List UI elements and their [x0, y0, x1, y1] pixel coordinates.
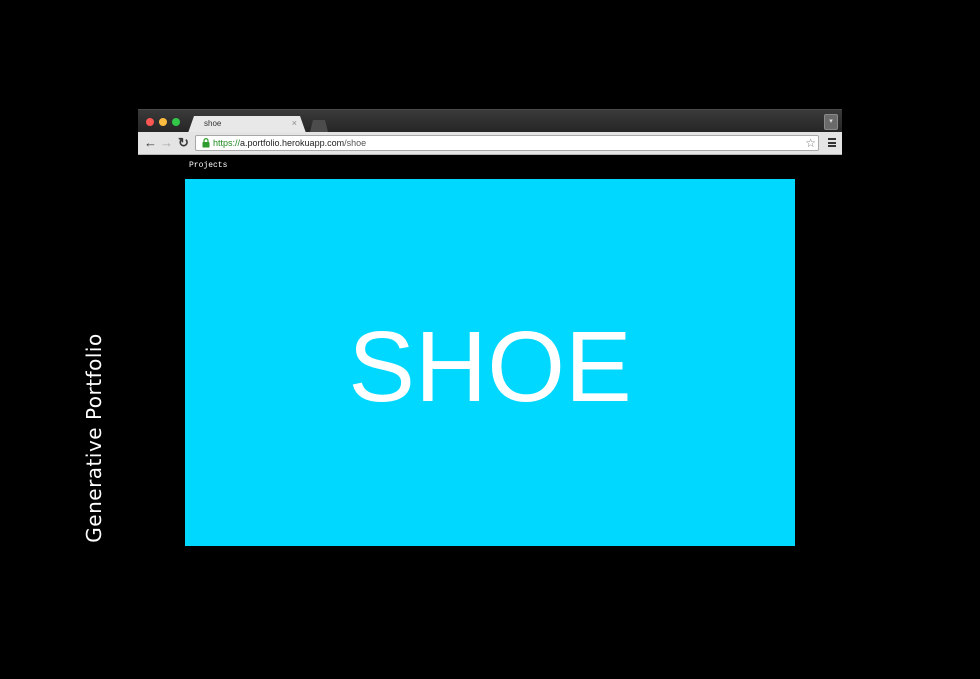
url-scheme: https://: [213, 138, 241, 148]
tab-close-icon[interactable]: ×: [292, 118, 297, 128]
address-bar[interactable]: https://a.portfolio.herokuapp.com/shoe ☆: [195, 135, 819, 151]
tab-bar: shoe × ▾: [138, 109, 842, 132]
projects-link[interactable]: Projects: [189, 161, 227, 170]
maximize-window-button[interactable]: [172, 118, 180, 126]
hamburger-menu-icon[interactable]: [828, 138, 836, 147]
page-viewport: Projects SHOE: [138, 155, 842, 546]
star-icon[interactable]: ☆: [805, 136, 816, 150]
hero-banner: SHOE: [185, 179, 795, 546]
url-host: a.portfolio.herokuapp.com: [240, 138, 345, 148]
lock-icon: [202, 138, 210, 148]
hero-title: SHOE: [348, 311, 632, 423]
tab-title: shoe: [204, 119, 222, 128]
side-title: Generative Portfolio: [82, 333, 106, 543]
close-window-button[interactable]: [146, 118, 154, 126]
forward-arrow-icon[interactable]: →: [160, 135, 173, 151]
reload-icon[interactable]: ↻: [178, 135, 189, 151]
profile-icon[interactable]: ▾: [824, 114, 838, 130]
tab-shoe[interactable]: shoe ×: [188, 116, 306, 133]
url-text: https://a.portfolio.herokuapp.com/shoe: [213, 137, 366, 150]
browser-toolbar: ← → ↻ https://a.portfolio.herokuapp.com/…: [138, 132, 842, 155]
new-tab-button[interactable]: [310, 120, 328, 132]
url-path: /shoe: [344, 138, 367, 148]
presentation-slide: Generative Portfolio shoe × ▾ ← → ↻ http…: [0, 0, 980, 679]
minimize-window-button[interactable]: [159, 118, 167, 126]
browser-window: shoe × ▾ ← → ↻ https://a.portfolio.herok…: [138, 109, 842, 546]
back-arrow-icon[interactable]: ←: [144, 135, 157, 151]
